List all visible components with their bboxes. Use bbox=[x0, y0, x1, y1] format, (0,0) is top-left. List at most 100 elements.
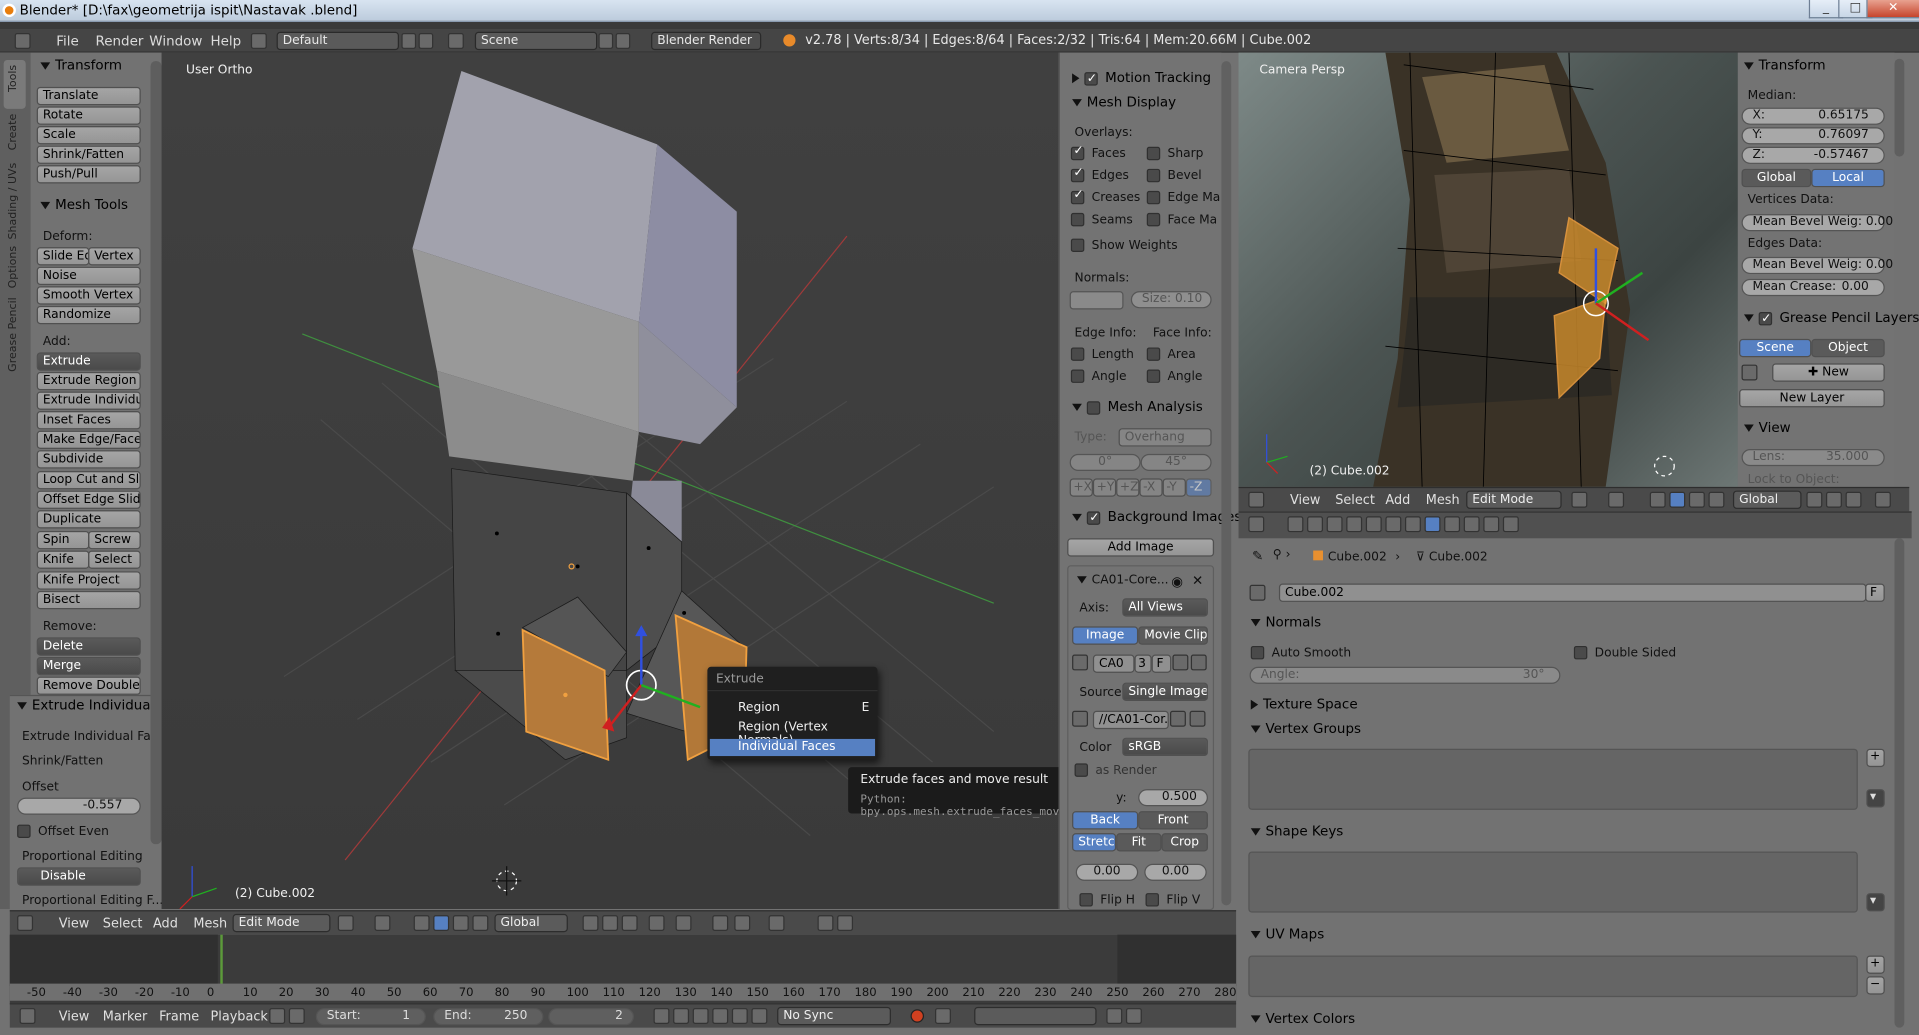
browse-file-icon[interactable] bbox=[1170, 710, 1186, 727]
delete-dropdown[interactable]: Delete bbox=[36, 637, 141, 656]
props-editor-type-icon[interactable] bbox=[1248, 516, 1265, 533]
mesh-browse-icon[interactable] bbox=[1249, 584, 1266, 601]
offset-value-field[interactable]: -0.557 bbox=[17, 797, 141, 815]
gp-object-button[interactable]: Object bbox=[1811, 338, 1885, 358]
popup-item-individual-faces[interactable]: Individual Faces bbox=[709, 738, 876, 757]
cam-manipulator-icon[interactable] bbox=[1649, 491, 1666, 508]
vp-menu-select[interactable]: Select bbox=[103, 916, 143, 931]
render-engine-select[interactable]: Blender Render bbox=[651, 31, 762, 51]
noise-button[interactable]: Noise bbox=[36, 266, 141, 286]
tl-menu-view[interactable]: View bbox=[59, 1009, 90, 1024]
length-checkbox[interactable]: Length bbox=[1070, 347, 1134, 362]
preview-range-icon[interactable] bbox=[269, 1008, 286, 1024]
median-x-field[interactable]: X: 0.65175 bbox=[1741, 107, 1885, 125]
smooth-vertex-button[interactable]: Smooth Vertex bbox=[36, 286, 141, 305]
scene-tab-icon[interactable] bbox=[1326, 516, 1343, 533]
mean-crease-field[interactable]: Mean Crease: 0.00 bbox=[1741, 278, 1885, 297]
translate-button[interactable]: Translate bbox=[36, 86, 141, 106]
mesh-tools-panel-header[interactable]: Mesh Tools bbox=[40, 197, 128, 213]
tab-shading-uvs[interactable]: Shading / UVs bbox=[7, 163, 19, 240]
vertex-select-icon[interactable] bbox=[582, 915, 599, 932]
tool-shelf-scrollbar[interactable] bbox=[150, 61, 162, 845]
render-tab-icon[interactable] bbox=[1287, 516, 1304, 533]
world-tab-icon[interactable] bbox=[1346, 516, 1363, 533]
end-frame-field[interactable]: End: 250 bbox=[433, 1008, 544, 1026]
render-icon[interactable] bbox=[817, 915, 834, 932]
cam-shading-icon[interactable] bbox=[1571, 491, 1588, 508]
vertex-groups-header[interactable]: Vertex Groups bbox=[1250, 721, 1361, 736]
cam-pivot-icon[interactable] bbox=[1608, 491, 1625, 508]
knife-select-button[interactable]: Select bbox=[88, 550, 141, 569]
mesh-display-header[interactable]: Mesh Display bbox=[1072, 94, 1176, 110]
constraints-tab-icon[interactable] bbox=[1385, 516, 1402, 533]
subdivide-button[interactable]: Subdivide bbox=[36, 450, 141, 469]
remove-doubles-button[interactable]: Remove Doubles bbox=[36, 676, 141, 695]
close-button[interactable]: ✕ bbox=[1866, 0, 1919, 19]
crop-button[interactable]: Crop bbox=[1161, 833, 1208, 852]
front-button[interactable]: Front bbox=[1138, 811, 1208, 830]
view-as-render-checkbox[interactable]: as Render bbox=[1074, 763, 1157, 777]
cam-proportional-icon[interactable] bbox=[1874, 491, 1891, 508]
tl-menu-frame[interactable]: Frame bbox=[159, 1009, 199, 1024]
render-animation-icon[interactable] bbox=[837, 915, 854, 932]
transform-panel-header[interactable]: Transform bbox=[40, 57, 122, 73]
knife-project-button[interactable]: Knife Project bbox=[36, 571, 141, 590]
jump-keyframe-back-icon[interactable] bbox=[673, 1008, 690, 1024]
operator-panel-header[interactable]: Extrude Individual Fa bbox=[17, 697, 149, 713]
back-button[interactable]: Back bbox=[1072, 811, 1139, 830]
duplicate-button[interactable]: Duplicate bbox=[36, 510, 141, 529]
offset-x-field[interactable]: 0.00 bbox=[1075, 863, 1139, 881]
jump-keyframe-forward-icon[interactable] bbox=[731, 1008, 748, 1024]
edge-select-icon[interactable] bbox=[602, 915, 619, 932]
mesh-analysis-header[interactable]: Mesh Analysis bbox=[1072, 399, 1203, 415]
push-pull-button[interactable]: Push/Pull bbox=[36, 165, 141, 184]
tab-options[interactable]: Options bbox=[7, 246, 19, 288]
texture-space-header[interactable]: Texture Space bbox=[1250, 696, 1358, 712]
start-frame-field[interactable]: Start: 1 bbox=[315, 1008, 426, 1026]
bevel-checkbox[interactable]: Bevel bbox=[1146, 168, 1202, 183]
orientation-select[interactable]: Global bbox=[494, 913, 568, 933]
scale-button[interactable]: Scale bbox=[36, 126, 141, 145]
mode-select[interactable]: Edit Mode bbox=[232, 913, 331, 933]
props-scrollbar[interactable] bbox=[1894, 538, 1905, 1028]
timeline-editor-icon[interactable] bbox=[19, 1008, 36, 1024]
uv-maps-header[interactable]: UV Maps bbox=[1250, 926, 1324, 942]
add-layout-icon[interactable] bbox=[401, 33, 417, 49]
flip-v-checkbox[interactable]: Flip V bbox=[1145, 893, 1200, 907]
tab-tools[interactable]: Tools bbox=[7, 65, 19, 92]
cam-scale-icon[interactable] bbox=[1708, 491, 1725, 508]
vp-menu-add[interactable]: Add bbox=[153, 916, 178, 931]
cam-menu-view[interactable]: View bbox=[1290, 493, 1321, 508]
add-scene-icon[interactable] bbox=[598, 33, 614, 49]
sharp-checkbox[interactable]: Sharp bbox=[1146, 146, 1203, 161]
render-layers-tab-icon[interactable] bbox=[1307, 516, 1323, 533]
vertex-bevel-weight-field[interactable]: Mean Bevel Weig: 0.00 bbox=[1741, 214, 1893, 232]
cam-mode-select[interactable]: Edit Mode bbox=[1466, 490, 1562, 509]
face-angle-checkbox[interactable]: Angle bbox=[1146, 369, 1202, 384]
vp-menu-view[interactable]: View bbox=[59, 916, 90, 931]
area-checkbox[interactable]: Area bbox=[1146, 347, 1196, 362]
global-button[interactable]: Global bbox=[1741, 168, 1812, 188]
grease-pencil-layers-header[interactable]: Grease Pencil Layers bbox=[1743, 310, 1919, 325]
extrude-region-button[interactable]: Extrude Region bbox=[36, 371, 141, 391]
translate-manipulator-icon[interactable] bbox=[433, 915, 450, 932]
pin-icon[interactable]: ✎ bbox=[1252, 548, 1263, 564]
axis-pos-y-button[interactable]: +Y bbox=[1092, 478, 1117, 497]
cam-menu-add[interactable]: Add bbox=[1385, 493, 1410, 508]
offset-even-checkbox[interactable]: Offset Even bbox=[17, 824, 109, 839]
gp-new-button[interactable]: ✚ New bbox=[1772, 363, 1885, 382]
bg-image-name[interactable]: CA01-Core... bbox=[1076, 574, 1169, 587]
insert-keyframe-icon[interactable] bbox=[1106, 1008, 1123, 1024]
menu-file[interactable]: File bbox=[56, 33, 79, 49]
current-frame-indicator[interactable] bbox=[220, 934, 223, 987]
shape-keys-header[interactable]: Shape Keys bbox=[1250, 823, 1343, 839]
vertex-group-menu-icon[interactable]: ▾ bbox=[1866, 789, 1885, 808]
reload-image-icon[interactable] bbox=[1189, 710, 1206, 727]
axis-pos-z-button[interactable]: +Z bbox=[1116, 478, 1140, 497]
menu-render[interactable]: Render bbox=[95, 33, 143, 49]
particles-tab-icon[interactable] bbox=[1483, 516, 1500, 533]
uv-map-remove-button[interactable]: − bbox=[1866, 976, 1885, 995]
cam-menu-mesh[interactable]: Mesh bbox=[1426, 493, 1460, 508]
tab-grease-pencil[interactable]: Grease Pencil bbox=[7, 297, 19, 372]
texture-tab-icon[interactable] bbox=[1463, 516, 1480, 533]
